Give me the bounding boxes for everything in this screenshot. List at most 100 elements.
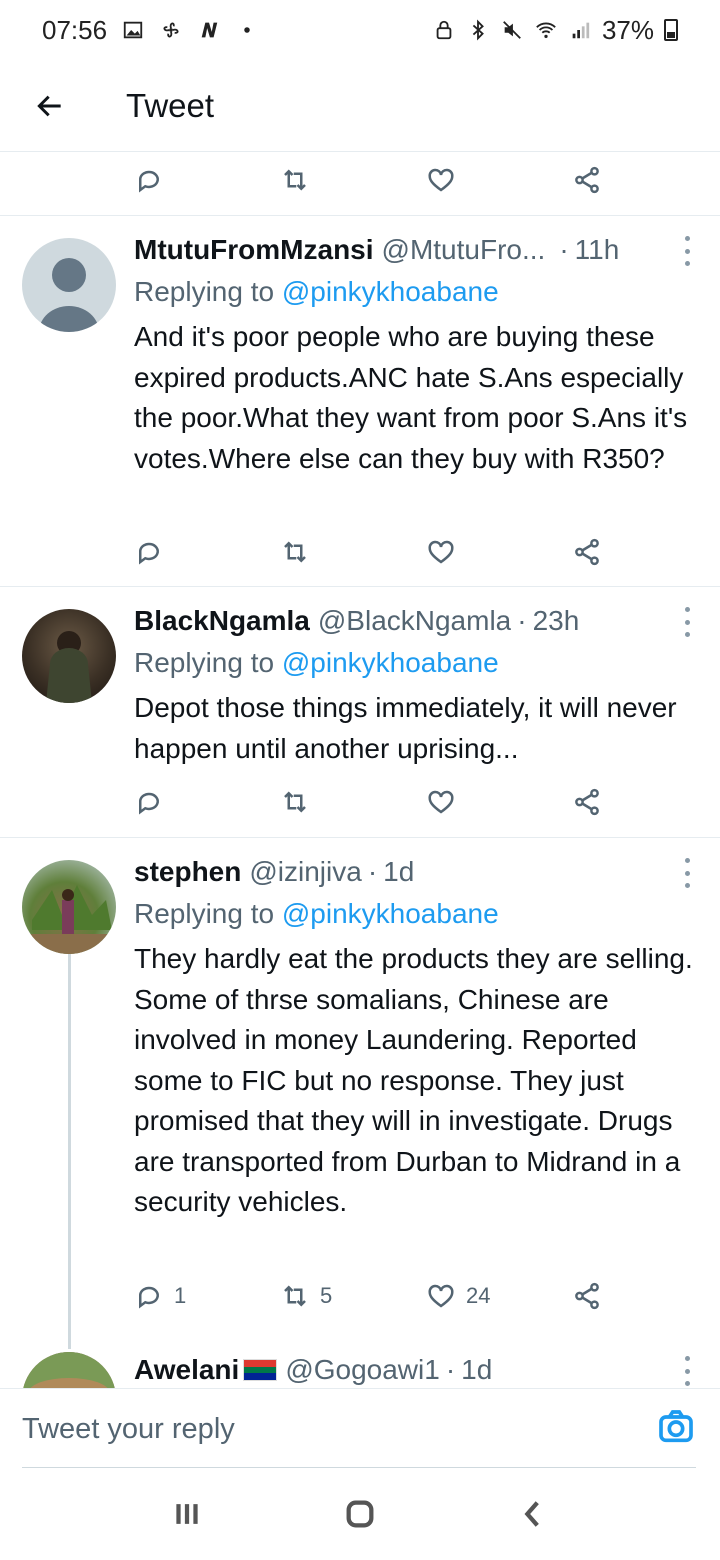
tweet[interactable]: Awelani @Gogoawi1 · 1d — [0, 1346, 720, 1388]
reply-count: 1 — [174, 1283, 187, 1308]
reply-button[interactable] — [134, 537, 164, 567]
recents-icon[interactable] — [157, 1484, 217, 1544]
replying-to: Replying to @pinkykhoabane — [134, 276, 499, 308]
fan-icon — [159, 18, 183, 42]
tweet-time: 1d — [383, 856, 415, 887]
retweet-icon — [284, 791, 306, 813]
tweet-header: MtutuFromMzansi @MtutuFro... · 11h — [134, 232, 690, 268]
tweet-actions: 1 5 24 — [134, 1276, 614, 1316]
user-photo-icon — [22, 885, 116, 954]
like-button[interactable]: 24 — [426, 1281, 490, 1311]
user-photo-icon — [22, 1352, 116, 1388]
tweet-header: BlackNgamla @BlackNgamla · 23h — [134, 603, 690, 639]
default-avatar-icon — [39, 258, 99, 332]
back-icon[interactable] — [503, 1484, 563, 1544]
mute-icon — [500, 18, 524, 42]
user-photo-icon — [46, 631, 92, 703]
tweet-text: Depot those things immediately, it will … — [134, 692, 677, 764]
reply-icon — [139, 170, 159, 193]
status-bar: 07:56 37% — [0, 0, 720, 60]
tweet-time: 11h — [574, 234, 620, 265]
user-handle: @BlackNgamla — [317, 605, 512, 636]
battery-icon — [664, 19, 678, 41]
tweet-text: And it's poor people who are buying thes… — [134, 321, 688, 474]
wifi-icon — [534, 18, 558, 42]
heart-icon — [428, 1284, 454, 1308]
replying-to: Replying to @pinkykhoabane — [134, 898, 499, 930]
avatar[interactable] — [22, 1352, 116, 1388]
reply-composer: Tweet your reply — [0, 1388, 720, 1468]
bluetooth-icon — [466, 18, 490, 42]
reply-button[interactable] — [134, 787, 164, 817]
mention-link[interactable]: @pinkykhoabane — [282, 898, 499, 929]
tweet-time: 1d — [461, 1354, 493, 1385]
tweet-text: They hardly eat the products they are se… — [134, 943, 693, 1217]
home-icon[interactable] — [330, 1484, 390, 1544]
more-options-icon[interactable] — [682, 858, 692, 888]
signal-icon — [568, 18, 592, 42]
separator-dot: · — [559, 234, 569, 265]
retweet-icon — [284, 169, 306, 191]
tweet-actions — [134, 532, 614, 572]
share-button[interactable] — [572, 1281, 602, 1311]
image-icon — [121, 18, 145, 42]
avatar[interactable] — [22, 609, 116, 703]
share-icon — [575, 166, 599, 194]
replying-to: Replying to @pinkykhoabane — [134, 647, 499, 679]
reply-icon — [139, 1286, 159, 1309]
more-options-icon[interactable] — [682, 1356, 692, 1386]
display-name[interactable]: Awelani — [134, 1354, 239, 1386]
more-options-icon[interactable] — [682, 236, 692, 266]
separator-dot: · — [367, 856, 378, 887]
retweet-button[interactable] — [280, 537, 310, 567]
share-icon — [575, 788, 599, 816]
reply-button[interactable] — [134, 165, 164, 195]
system-nav-bar — [0, 1468, 720, 1560]
arrow-left-icon[interactable] — [0, 60, 100, 152]
mention-link[interactable]: @pinkykhoabane — [282, 647, 499, 678]
mention-link[interactable]: @pinkykhoabane — [282, 276, 499, 307]
tweet-header: stephen @izinjiva · 1d — [134, 854, 690, 890]
display-name[interactable]: BlackNgamla — [134, 605, 310, 637]
like-button[interactable] — [426, 787, 456, 817]
display-name[interactable]: stephen — [134, 856, 241, 888]
tweet-header: Awelani @Gogoawi1 · 1d — [134, 1352, 690, 1388]
like-button[interactable] — [426, 537, 456, 567]
display-name[interactable]: MtutuFromMzansi — [134, 234, 374, 266]
tweet[interactable]: stephen @izinjiva · 1d Replying to @pink… — [0, 838, 720, 1346]
lock-icon — [432, 18, 456, 42]
camera-icon[interactable] — [656, 1407, 696, 1447]
tweet[interactable]: MtutuFromMzansi @MtutuFro... · 11h Reply… — [0, 216, 720, 586]
heart-icon — [428, 540, 454, 564]
tweet[interactable]: BlackNgamla @BlackNgamla · 23h Replying … — [0, 587, 720, 837]
retweet-button[interactable]: 5 — [280, 1281, 332, 1311]
page-title: Tweet — [126, 86, 215, 124]
avatar[interactable] — [22, 860, 116, 954]
dot-icon — [235, 18, 259, 42]
replying-to-label: Replying to — [134, 647, 275, 678]
separator-dot: · — [445, 1354, 456, 1385]
n-icon — [197, 18, 221, 42]
tweet-reply-input[interactable]: Tweet your reply — [22, 1413, 235, 1446]
replying-to-label: Replying to — [134, 276, 275, 307]
tweet-actions — [134, 160, 614, 200]
more-options-icon[interactable] — [682, 607, 692, 637]
user-handle: @izinjiva — [249, 856, 362, 887]
retweet-button[interactable] — [280, 787, 310, 817]
user-handle: @MtutuFro... — [381, 234, 546, 265]
battery-percent: 37% — [601, 14, 654, 45]
share-button[interactable] — [572, 165, 602, 195]
avatar[interactable] — [22, 238, 116, 332]
share-icon — [575, 1282, 599, 1310]
retweet-icon — [284, 541, 306, 563]
reply-icon — [139, 542, 159, 565]
top-app-bar: Tweet — [0, 60, 720, 152]
share-button[interactable] — [572, 537, 602, 567]
retweet-icon — [284, 1285, 306, 1307]
retweet-button[interactable] — [280, 165, 310, 195]
share-icon — [575, 538, 599, 566]
share-button[interactable] — [572, 787, 602, 817]
reply-button[interactable]: 1 — [134, 1281, 186, 1311]
heart-icon — [428, 790, 454, 814]
like-button[interactable] — [426, 165, 456, 195]
